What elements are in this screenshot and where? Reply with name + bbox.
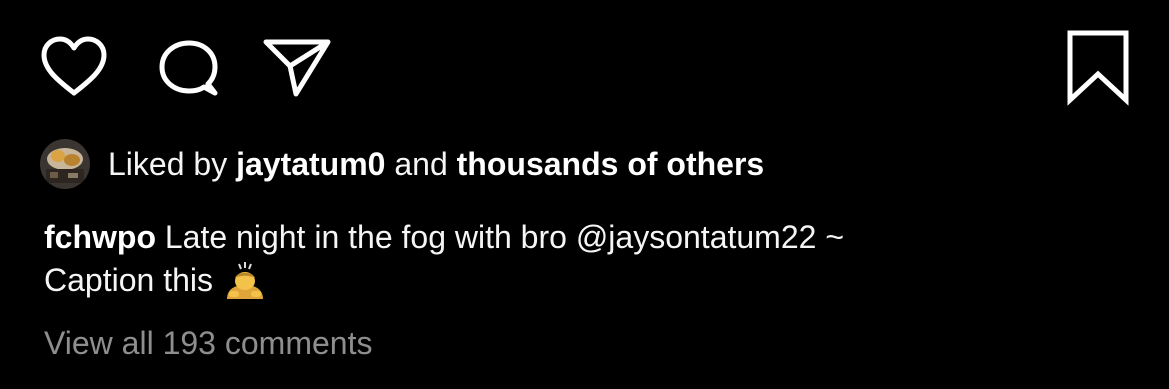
comment-bubble-icon (159, 40, 218, 96)
view-all-comments-link[interactable]: View all 193 comments (44, 322, 372, 364)
person-bowing-emoji-icon (223, 261, 267, 301)
like-button[interactable] (38, 36, 110, 98)
caption-tilde: ~ (825, 219, 844, 255)
likes-prefix: Liked by (108, 146, 228, 182)
post-action-bar (0, 0, 1169, 120)
caption-text: Late night in the fog with bro (164, 219, 567, 255)
likes-summary: Liked by jaytatum0 and thousands of othe… (40, 138, 764, 190)
paper-plane-icon (263, 39, 331, 97)
likes-connector: and (394, 146, 448, 182)
caption-line-2: Caption this (44, 262, 213, 298)
caption-mention[interactable]: @jaysontatum22 (576, 219, 817, 255)
likes-others-link[interactable]: thousands of others (457, 146, 765, 182)
share-button[interactable] (262, 36, 334, 98)
heart-icon (41, 36, 107, 96)
bookmark-icon (1067, 30, 1129, 106)
liker-username[interactable]: jaytatum0 (236, 146, 385, 182)
liker-avatar[interactable] (40, 139, 90, 189)
caption-username[interactable]: fchwpo (44, 219, 156, 255)
post-caption: fchwpo Late night in the fog with bro @j… (44, 216, 1134, 302)
likes-text: Liked by jaytatum0 and thousands of othe… (108, 144, 764, 184)
comment-button[interactable] (152, 38, 224, 100)
save-button[interactable] (1060, 28, 1136, 106)
